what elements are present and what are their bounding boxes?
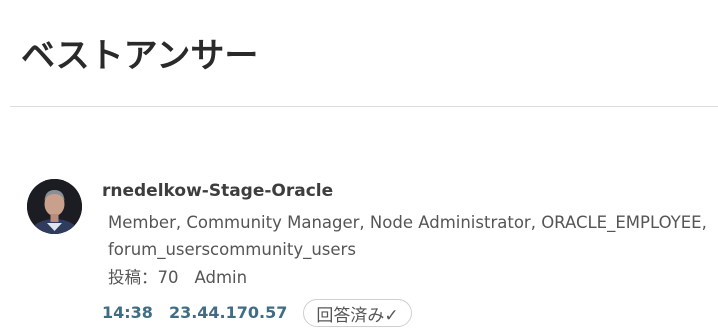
post-time-link[interactable]: 14:38 <box>102 300 153 326</box>
avatar[interactable] <box>27 179 82 234</box>
author-stats: 投稿：70 Admin <box>108 266 247 290</box>
author-name-link[interactable]: rnedelkow-Stage-Oracle <box>102 179 333 203</box>
page-title: ベストアンサー <box>21 36 259 76</box>
post-count: 投稿：70 <box>108 268 179 287</box>
post-ip-link[interactable]: 23.44.170.57 <box>169 300 287 326</box>
answered-badge: 回答済み✓ <box>303 299 412 327</box>
post-meta: 14:38 23.44.170.57 回答済み✓ <box>102 299 412 327</box>
author-roles: Member, Community Manager, Node Administ… <box>108 213 707 259</box>
author-rank: Admin <box>194 268 248 287</box>
user-avatar-icon <box>27 179 82 234</box>
divider <box>10 106 718 107</box>
